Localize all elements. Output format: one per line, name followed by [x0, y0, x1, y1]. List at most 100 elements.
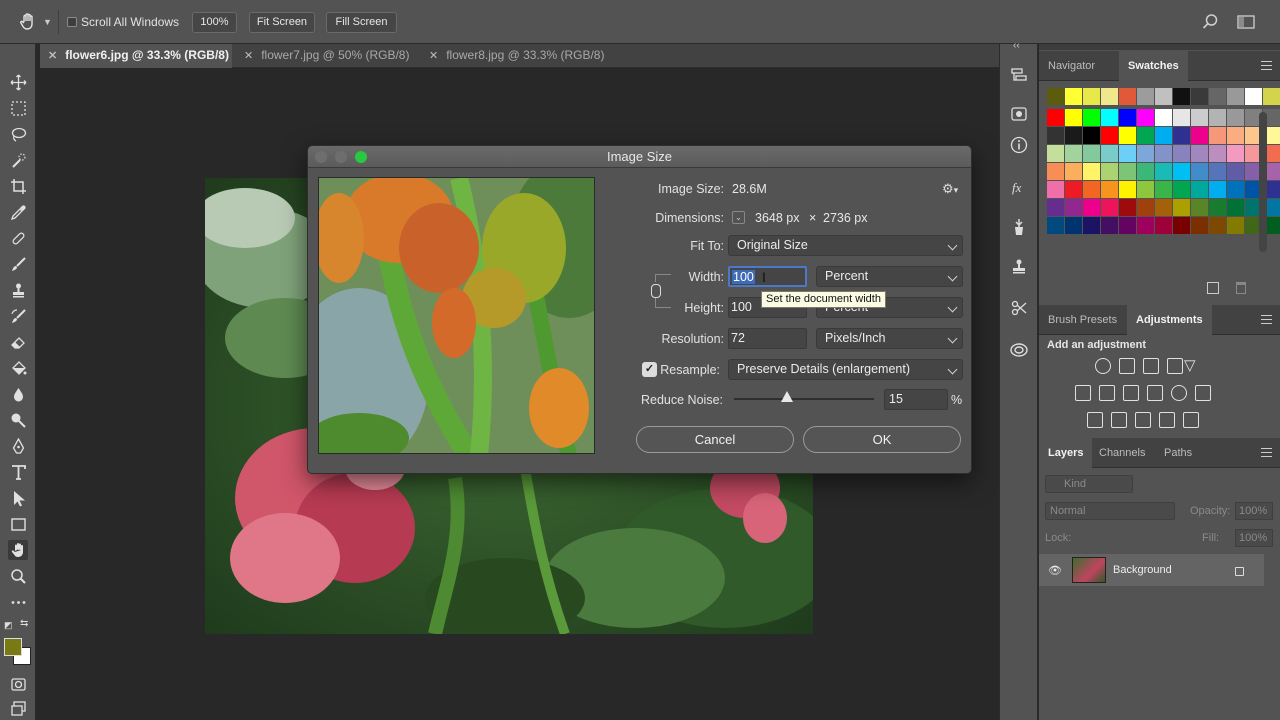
swatch[interactable] [1209, 199, 1226, 216]
swatch[interactable] [1191, 127, 1208, 144]
reduce-noise-slider-thumb[interactable] [781, 391, 794, 402]
posterize-icon[interactable] [1111, 412, 1127, 428]
search-icon[interactable] [1201, 13, 1219, 31]
tab-flower8[interactable]: ✕ flower8.jpg @ 33.3% (RGB/8) [421, 44, 611, 68]
layer-row-background[interactable]: 👁 Background [1039, 554, 1264, 586]
path-selection-tool-icon[interactable] [8, 488, 28, 508]
swatch[interactable] [1101, 217, 1118, 234]
fit-to-select[interactable]: Original Size [728, 235, 963, 256]
screen-mode-icon[interactable] [8, 698, 28, 718]
swatch[interactable] [1119, 181, 1136, 198]
swatch[interactable] [1065, 127, 1082, 144]
swatch[interactable] [1209, 145, 1226, 162]
swatch[interactable] [1065, 109, 1082, 126]
eraser-tool-icon[interactable] [8, 332, 28, 352]
levels-icon[interactable] [1119, 358, 1135, 374]
width-unit-select[interactable]: Percent [816, 266, 963, 287]
swatch[interactable] [1083, 217, 1100, 234]
swatch[interactable] [1083, 127, 1100, 144]
more-tools-icon[interactable] [8, 592, 28, 612]
swatch[interactable] [1047, 199, 1064, 216]
swatch[interactable] [1209, 127, 1226, 144]
vibrance-icon[interactable] [1075, 385, 1091, 401]
swatch[interactable] [1173, 88, 1190, 105]
type-tool-icon[interactable] [8, 462, 28, 482]
swatch[interactable] [1191, 199, 1208, 216]
swatch[interactable] [1155, 181, 1172, 198]
crop-tool-icon[interactable] [8, 176, 28, 196]
panel-menu-icon[interactable] [1261, 315, 1272, 324]
swatch[interactable] [1101, 88, 1118, 105]
swatch[interactable] [1227, 199, 1244, 216]
color-balance-icon[interactable] [1123, 385, 1139, 401]
swatch[interactable] [1047, 217, 1064, 234]
swatch[interactable] [1227, 88, 1244, 105]
swatch[interactable] [1083, 163, 1100, 180]
fit-screen-button[interactable]: Fit Screen [249, 12, 315, 33]
tab-flower7[interactable]: ✕ flower7.jpg @ 50% (RGB/8) [236, 44, 418, 68]
swatch[interactable] [1083, 109, 1100, 126]
tab-navigator[interactable]: Navigator [1039, 51, 1104, 81]
foreground-color-swatch[interactable] [4, 638, 22, 656]
swatch[interactable] [1191, 88, 1208, 105]
swatch[interactable] [1209, 109, 1226, 126]
swatch[interactable] [1137, 145, 1154, 162]
exposure-icon[interactable] [1167, 358, 1183, 374]
swatch[interactable] [1227, 145, 1244, 162]
swatch[interactable] [1047, 145, 1064, 162]
swatch[interactable] [1209, 217, 1226, 234]
eyedropper-tool-icon[interactable] [8, 202, 28, 222]
fill-screen-button[interactable]: Fill Screen [326, 12, 397, 33]
settings-gear-icon[interactable]: ⚙▾ [942, 181, 958, 197]
constrain-proportions-link-icon[interactable] [651, 284, 661, 298]
brush-panel-icon[interactable] [1009, 217, 1029, 237]
swatch[interactable] [1155, 127, 1172, 144]
swatch[interactable] [1083, 145, 1100, 162]
panel-menu-icon[interactable] [1261, 448, 1272, 457]
healing-brush-tool-icon[interactable] [8, 228, 28, 248]
swatch[interactable] [1173, 217, 1190, 234]
tab-layers[interactable]: Layers [1039, 438, 1093, 468]
swatch[interactable] [1173, 181, 1190, 198]
zoom-100-button[interactable]: 100% [192, 12, 237, 33]
curves-icon[interactable] [1143, 358, 1159, 374]
width-input[interactable]: 100 [728, 266, 807, 287]
opacity-input[interactable]: 100% [1235, 502, 1273, 520]
swatch[interactable] [1119, 127, 1136, 144]
swatch[interactable] [1209, 88, 1226, 105]
swatch[interactable] [1155, 88, 1172, 105]
marquee-tool-icon[interactable] [8, 98, 28, 118]
reduce-noise-input[interactable]: 15 [884, 389, 948, 410]
delete-swatch-icon[interactable] [1236, 282, 1246, 294]
tab-flower6[interactable]: ✕ flower6.jpg @ 33.3% (RGB/8) [40, 44, 232, 68]
swatches-scrollbar[interactable] [1259, 112, 1267, 252]
swatch[interactable] [1047, 88, 1064, 105]
tab-channels[interactable]: Channels [1090, 438, 1154, 468]
blend-mode-select[interactable]: Normal [1045, 502, 1175, 520]
quick-select-tool-icon[interactable] [8, 150, 28, 170]
swatch[interactable] [1047, 181, 1064, 198]
swatch[interactable] [1101, 127, 1118, 144]
swatch[interactable] [1101, 109, 1118, 126]
swatch[interactable] [1047, 109, 1064, 126]
swatch[interactable] [1065, 145, 1082, 162]
lasso-tool-icon[interactable] [8, 124, 28, 144]
styles-panel-icon[interactable]: fx [1009, 177, 1029, 197]
hue-saturation-icon[interactable] [1099, 385, 1115, 401]
swatch[interactable] [1119, 163, 1136, 180]
swatch[interactable] [1101, 199, 1118, 216]
ok-button[interactable]: OK [803, 426, 961, 453]
swatch[interactable] [1137, 88, 1154, 105]
swatch[interactable] [1227, 217, 1244, 234]
image-preview[interactable] [318, 177, 595, 454]
swatch[interactable] [1227, 181, 1244, 198]
swatch[interactable] [1227, 163, 1244, 180]
swatch[interactable] [1137, 181, 1154, 198]
swatch[interactable] [1173, 127, 1190, 144]
black-white-icon[interactable] [1147, 385, 1163, 401]
swatch[interactable] [1065, 217, 1082, 234]
swatch[interactable] [1263, 88, 1280, 105]
tool-preset-chevron-icon[interactable]: ▼ [43, 17, 52, 27]
swatch[interactable] [1155, 217, 1172, 234]
resolution-unit-select[interactable]: Pixels/Inch [816, 328, 963, 349]
